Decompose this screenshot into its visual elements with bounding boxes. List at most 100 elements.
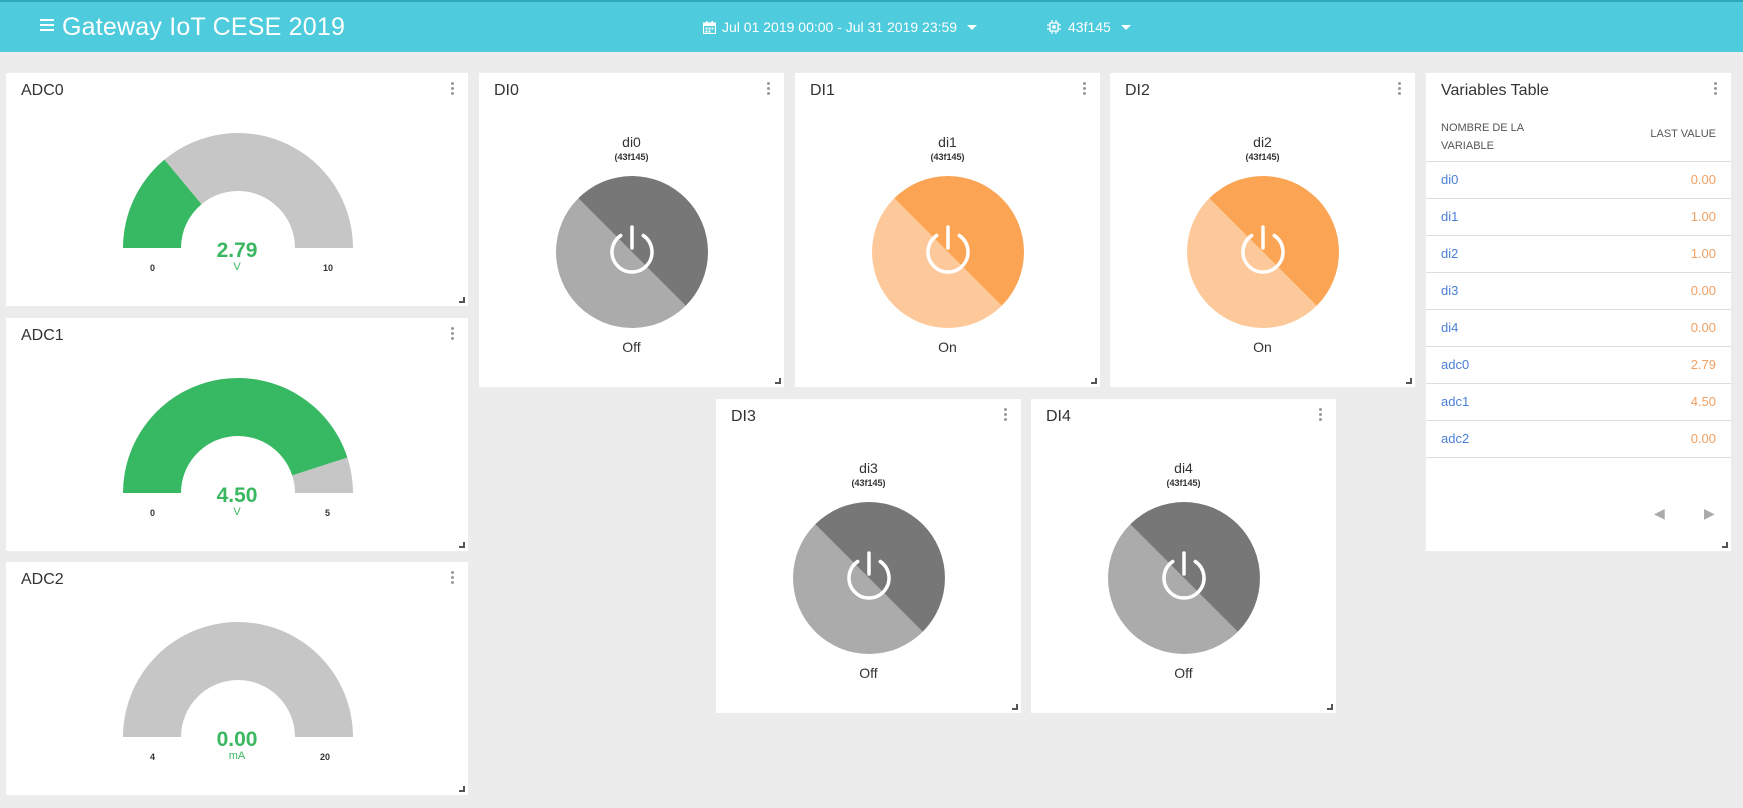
switch-variable-name: di4 <box>1174 460 1193 476</box>
gauge-card-adc0: ADC0 2.79 V 0 10 <box>6 73 468 306</box>
table-row: di3 0.00 <box>1426 273 1731 310</box>
resize-handle[interactable] <box>1012 704 1018 710</box>
variable-link[interactable]: adc2 <box>1441 431 1469 446</box>
variable-link[interactable]: di4 <box>1441 320 1458 335</box>
device-label: 43f145 <box>1068 19 1111 35</box>
power-toggle-button[interactable] <box>556 176 708 328</box>
gauge-dial <box>123 622 353 737</box>
caret-left-icon[interactable]: ◀ <box>1654 505 1665 522</box>
resize-handle[interactable] <box>459 297 465 303</box>
gauge-max-label: 20 <box>320 752 331 762</box>
gauge-value: 2.79 <box>216 239 258 262</box>
table-row: di1 1.00 <box>1426 199 1731 236</box>
variable-link[interactable]: di2 <box>1441 246 1458 261</box>
resize-handle[interactable] <box>1091 378 1097 384</box>
switch-card-di3: DI3 di3 (43f145) Off <box>716 399 1021 713</box>
caret-right-icon[interactable]: ▶ <box>1704 505 1715 522</box>
chevron-down-icon <box>1120 24 1131 30</box>
variable-value: 0.00 <box>1690 172 1716 187</box>
switch-variable-name: di1 <box>938 134 957 150</box>
calendar-icon <box>703 20 716 34</box>
variable-value: 0.00 <box>1690 431 1716 446</box>
variable-value: 1.00 <box>1690 209 1716 224</box>
switch-card-di1: DI1 di1 (43f145) On <box>795 73 1100 387</box>
variable-value: 2.79 <box>1690 357 1716 372</box>
gauge-min-label: 4 <box>150 752 156 762</box>
switch-variable-name: di2 <box>1253 134 1272 150</box>
menu-icon[interactable] <box>40 19 54 31</box>
switch-device-name: (43f145) <box>930 152 965 162</box>
date-range-picker[interactable]: Jul 01 2019 00:00 - Jul 31 2019 23:59 <box>703 19 978 35</box>
variables-table-body: di0 0.00 di1 1.00 di2 1.00 di3 0.00 di4 0.00 … <box>1426 161 1731 458</box>
widget-menu-icon[interactable] <box>1083 82 1087 97</box>
variable-link[interactable]: di0 <box>1441 172 1458 187</box>
switch-state-label: Off <box>859 665 878 681</box>
variable-link[interactable]: adc1 <box>1441 394 1469 409</box>
switch-device-name: (43f145) <box>614 152 649 162</box>
app-title: Gateway IoT CESE 2019 <box>62 13 346 41</box>
widget-title: DI0 <box>494 82 519 99</box>
widget-menu-icon[interactable] <box>767 82 771 97</box>
widget-menu-icon[interactable] <box>451 571 455 586</box>
resize-handle[interactable] <box>1406 378 1412 384</box>
widget-title: DI3 <box>731 408 756 425</box>
switch-state-label: On <box>938 339 957 355</box>
gauge-max-label: 10 <box>323 263 334 273</box>
switch-state-label: Off <box>622 339 641 355</box>
table-row: di4 0.00 <box>1426 310 1731 347</box>
widget-title: DI2 <box>1125 82 1150 99</box>
gauge-track <box>164 133 353 248</box>
resize-handle[interactable] <box>775 378 781 384</box>
table-row: adc2 0.00 <box>1426 421 1731 458</box>
switch-variable-name: di0 <box>622 134 641 150</box>
widget-menu-icon[interactable] <box>1004 408 1008 423</box>
chevron-down-icon <box>967 24 978 30</box>
power-toggle-button[interactable] <box>1187 176 1339 328</box>
gauge-dial <box>123 133 353 248</box>
switch-device-name: (43f145) <box>1245 152 1280 162</box>
switch-card-di0: DI0 di0 (43f145) Off <box>479 73 784 387</box>
variable-link[interactable]: adc0 <box>1441 357 1469 372</box>
variables-table-card: Variables Table Nombre de la variable La… <box>1426 73 1731 551</box>
power-toggle-button[interactable] <box>793 502 945 654</box>
resize-handle[interactable] <box>1327 704 1333 710</box>
widget-title: ADC1 <box>21 327 64 344</box>
widget-title: Variables Table <box>1441 82 1549 99</box>
gauge-min-label: 0 <box>150 508 156 518</box>
switch-card-di4: DI4 di4 (43f145) Off <box>1031 399 1336 713</box>
switch-device-name: (43f145) <box>1166 478 1201 488</box>
device-selector[interactable]: 43f145 <box>1046 19 1131 35</box>
gauge-unit: V <box>233 506 241 518</box>
table-row: adc0 2.79 <box>1426 347 1731 384</box>
top-header-bar: Gateway IoT CESE 2019 Jul 01 2019 00:00 … <box>0 0 1743 52</box>
widget-title: ADC2 <box>21 571 64 588</box>
variable-link[interactable]: di1 <box>1441 209 1458 224</box>
column-header-name: Nombre de la variable <box>1441 122 1524 152</box>
widget-menu-icon[interactable] <box>1714 82 1718 97</box>
table-row: di2 1.00 <box>1426 236 1731 273</box>
gauge-card-adc2: ADC2 0.00 mA 4 20 <box>6 562 468 795</box>
gauge-value: 4.50 <box>216 484 258 507</box>
variable-value: 1.00 <box>1690 246 1716 261</box>
widget-title: DI1 <box>810 82 835 99</box>
gauge-card-adc1: ADC1 4.50 V 0 5 <box>6 318 468 551</box>
resize-handle[interactable] <box>1722 542 1728 548</box>
chip-icon <box>1047 20 1061 34</box>
switch-device-name: (43f145) <box>851 478 886 488</box>
table-row: adc1 4.50 <box>1426 384 1731 421</box>
table-row: di0 0.00 <box>1426 162 1731 199</box>
variable-link[interactable]: di3 <box>1441 283 1458 298</box>
widget-menu-icon[interactable] <box>451 327 455 342</box>
resize-handle[interactable] <box>459 786 465 792</box>
power-toggle-button[interactable] <box>872 176 1024 328</box>
widget-menu-icon[interactable] <box>1319 408 1323 423</box>
gauge-track <box>123 622 353 737</box>
switch-state-label: Off <box>1174 665 1193 681</box>
column-header-value: Last value <box>1650 128 1716 140</box>
widget-menu-icon[interactable] <box>1398 82 1402 97</box>
widget-menu-icon[interactable] <box>451 82 455 97</box>
resize-handle[interactable] <box>459 542 465 548</box>
power-toggle-button[interactable] <box>1108 502 1260 654</box>
variable-value: 0.00 <box>1690 283 1716 298</box>
gauge-unit: V <box>233 261 241 273</box>
